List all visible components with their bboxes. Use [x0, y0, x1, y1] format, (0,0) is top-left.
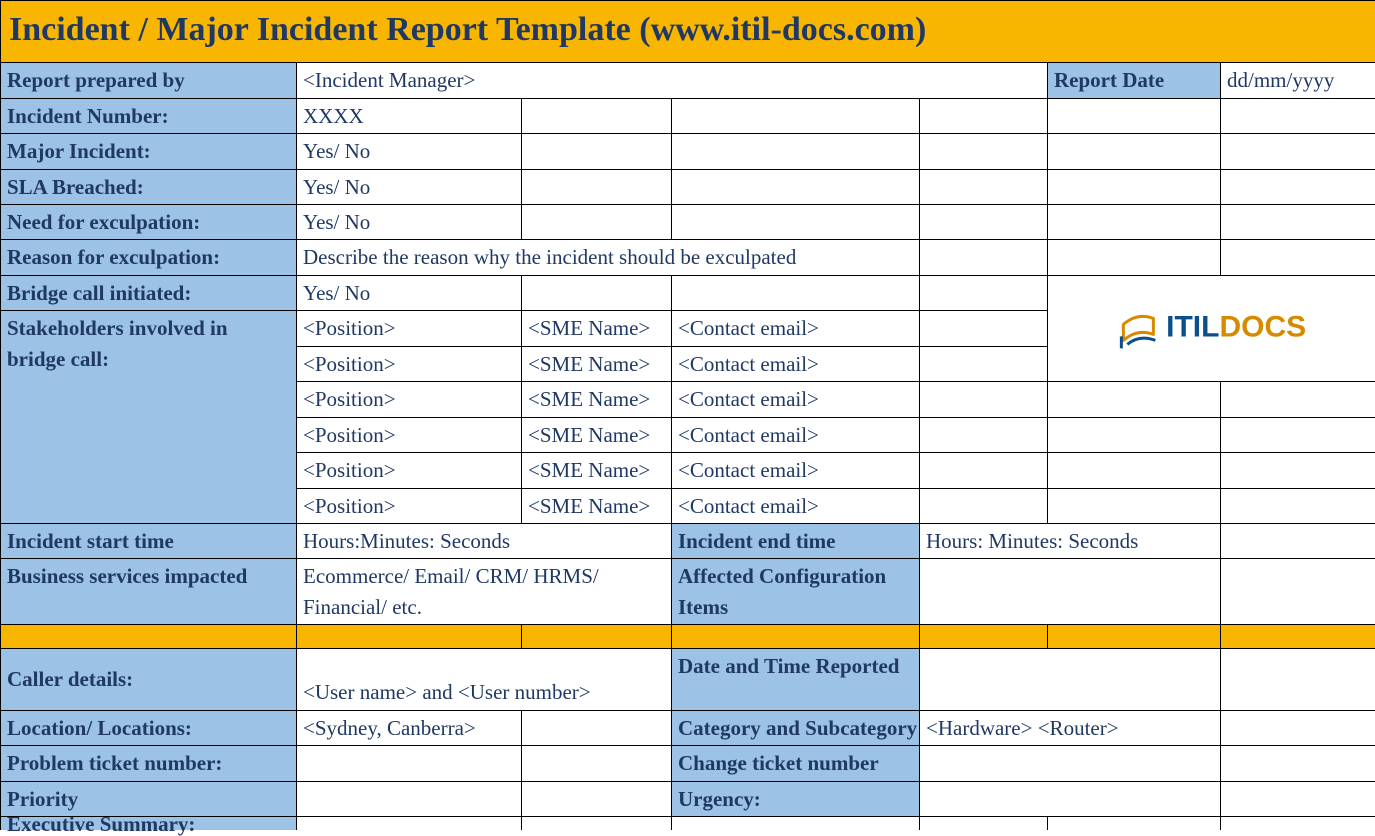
- stakeholder-position[interactable]: <Position>: [297, 488, 522, 523]
- row-business-services: Business services impacted Ecommerce/ Em…: [1, 559, 1375, 625]
- label-caller-details: Caller details:: [1, 649, 297, 710]
- value-incident-end[interactable]: Hours: Minutes: Seconds: [920, 523, 1221, 558]
- value-location[interactable]: <Sydney, Canberra>: [297, 710, 522, 745]
- label-incident-end: Incident end time: [672, 523, 920, 558]
- value-incident-number[interactable]: XXXX: [297, 98, 522, 133]
- stakeholder-email[interactable]: <Contact email>: [672, 417, 920, 452]
- stakeholder-position[interactable]: <Position>: [297, 382, 522, 417]
- logo-text-docs: DOCS: [1219, 310, 1306, 343]
- title-row: Incident / Major Incident Report Templat…: [1, 1, 1375, 63]
- label-major-incident: Major Incident:: [1, 134, 297, 169]
- value-sla-breached[interactable]: Yes/ No: [297, 169, 522, 204]
- value-bridge-call[interactable]: Yes/ No: [297, 275, 522, 310]
- stakeholder-sme[interactable]: <SME Name>: [522, 488, 672, 523]
- label-date-time-reported: Date and Time Reported: [672, 649, 920, 710]
- value-need-exculpation[interactable]: Yes/ No: [297, 205, 522, 240]
- value-category-subcat[interactable]: <Hardware> <Router>: [920, 710, 1221, 745]
- label-business-services: Business services impacted: [1, 559, 297, 625]
- label-sla-breached: SLA Breached:: [1, 169, 297, 204]
- label-urgency: Urgency:: [672, 781, 920, 816]
- divider-row: [1, 625, 1375, 649]
- stakeholder-email[interactable]: <Contact email>: [672, 453, 920, 488]
- value-caller-details[interactable]: <User name> and <User number>: [297, 649, 672, 710]
- row-priority-urgency: Priority Urgency:: [1, 781, 1375, 816]
- stakeholder-position[interactable]: <Position>: [297, 311, 522, 346]
- label-stakeholders: Stakeholders involved in bridge call:: [1, 311, 297, 524]
- value-major-incident[interactable]: Yes/ No: [297, 134, 522, 169]
- report-title: Incident / Major Incident Report Templat…: [1, 1, 1375, 63]
- label-exec-summary: Executive Summary:: [1, 817, 297, 830]
- stakeholder-sme[interactable]: <SME Name>: [522, 346, 672, 381]
- stakeholder-position[interactable]: <Position>: [297, 417, 522, 452]
- row-bridge-call: Bridge call initiated: Yes/ No ITILDOCS: [1, 275, 1375, 310]
- logo-cell: ITILDOCS: [1048, 275, 1375, 381]
- row-exec-summary-partial: Executive Summary:: [1, 817, 1375, 830]
- row-location: Location/ Locations: <Sydney, Canberra> …: [1, 710, 1375, 745]
- stakeholder-email[interactable]: <Contact email>: [672, 346, 920, 381]
- label-problem-ticket: Problem ticket number:: [1, 746, 297, 781]
- report-sheet: Incident / Major Incident Report Templat…: [0, 0, 1375, 830]
- stakeholder-sme[interactable]: <SME Name>: [522, 311, 672, 346]
- row-major-incident: Major Incident: Yes/ No: [1, 134, 1375, 169]
- value-prepared-by[interactable]: <Incident Manager>: [297, 63, 1048, 98]
- stakeholder-email[interactable]: <Contact email>: [672, 382, 920, 417]
- book-icon: [1117, 310, 1159, 352]
- row-caller-details: Caller details: <User name> and <User nu…: [1, 649, 1375, 710]
- label-need-exculpation: Need for exculpation:: [1, 205, 297, 240]
- row-tickets: Problem ticket number: Change ticket num…: [1, 746, 1375, 781]
- logo-text-itil: ITIL: [1166, 310, 1219, 343]
- label-report-date: Report Date: [1048, 63, 1221, 98]
- row-need-exculpation: Need for exculpation: Yes/ No: [1, 205, 1375, 240]
- value-business-services[interactable]: Ecommerce/ Email/ CRM/ HRMS/ Financial/ …: [297, 559, 672, 625]
- stakeholder-position[interactable]: <Position>: [297, 346, 522, 381]
- stakeholder-email[interactable]: <Contact email>: [672, 311, 920, 346]
- stakeholder-sme[interactable]: <SME Name>: [522, 453, 672, 488]
- stakeholder-email[interactable]: <Contact email>: [672, 488, 920, 523]
- row-sla-breached: SLA Breached: Yes/ No: [1, 169, 1375, 204]
- report-table: Incident / Major Incident Report Templat…: [0, 0, 1375, 830]
- label-incident-start: Incident start time: [1, 523, 297, 558]
- label-location: Location/ Locations:: [1, 710, 297, 745]
- stakeholder-sme[interactable]: <SME Name>: [522, 417, 672, 452]
- stakeholder-position[interactable]: <Position>: [297, 453, 522, 488]
- label-category-subcat: Category and Subcategory: [672, 710, 920, 745]
- label-reason-exculpation: Reason for exculpation:: [1, 240, 297, 275]
- label-priority: Priority: [1, 781, 297, 816]
- row-incident-number: Incident Number: XXXX: [1, 98, 1375, 133]
- row-reason-exculpation: Reason for exculpation: Describe the rea…: [1, 240, 1375, 275]
- label-change-ticket: Change ticket number: [672, 746, 920, 781]
- value-reason-exculpation[interactable]: Describe the reason why the incident sho…: [297, 240, 920, 275]
- stakeholder-sme[interactable]: <SME Name>: [522, 382, 672, 417]
- row-incident-times: Incident start time Hours:Minutes: Secon…: [1, 523, 1375, 558]
- value-report-date[interactable]: dd/mm/yyyy: [1221, 63, 1375, 98]
- value-incident-start[interactable]: Hours:Minutes: Seconds: [297, 523, 672, 558]
- row-prepared-by: Report prepared by <Incident Manager> Re…: [1, 63, 1375, 98]
- label-incident-number: Incident Number:: [1, 98, 297, 133]
- label-prepared-by: Report prepared by: [1, 63, 297, 98]
- label-affected-ci: Affected Configuration Items: [672, 559, 920, 625]
- label-bridge-call: Bridge call initiated:: [1, 275, 297, 310]
